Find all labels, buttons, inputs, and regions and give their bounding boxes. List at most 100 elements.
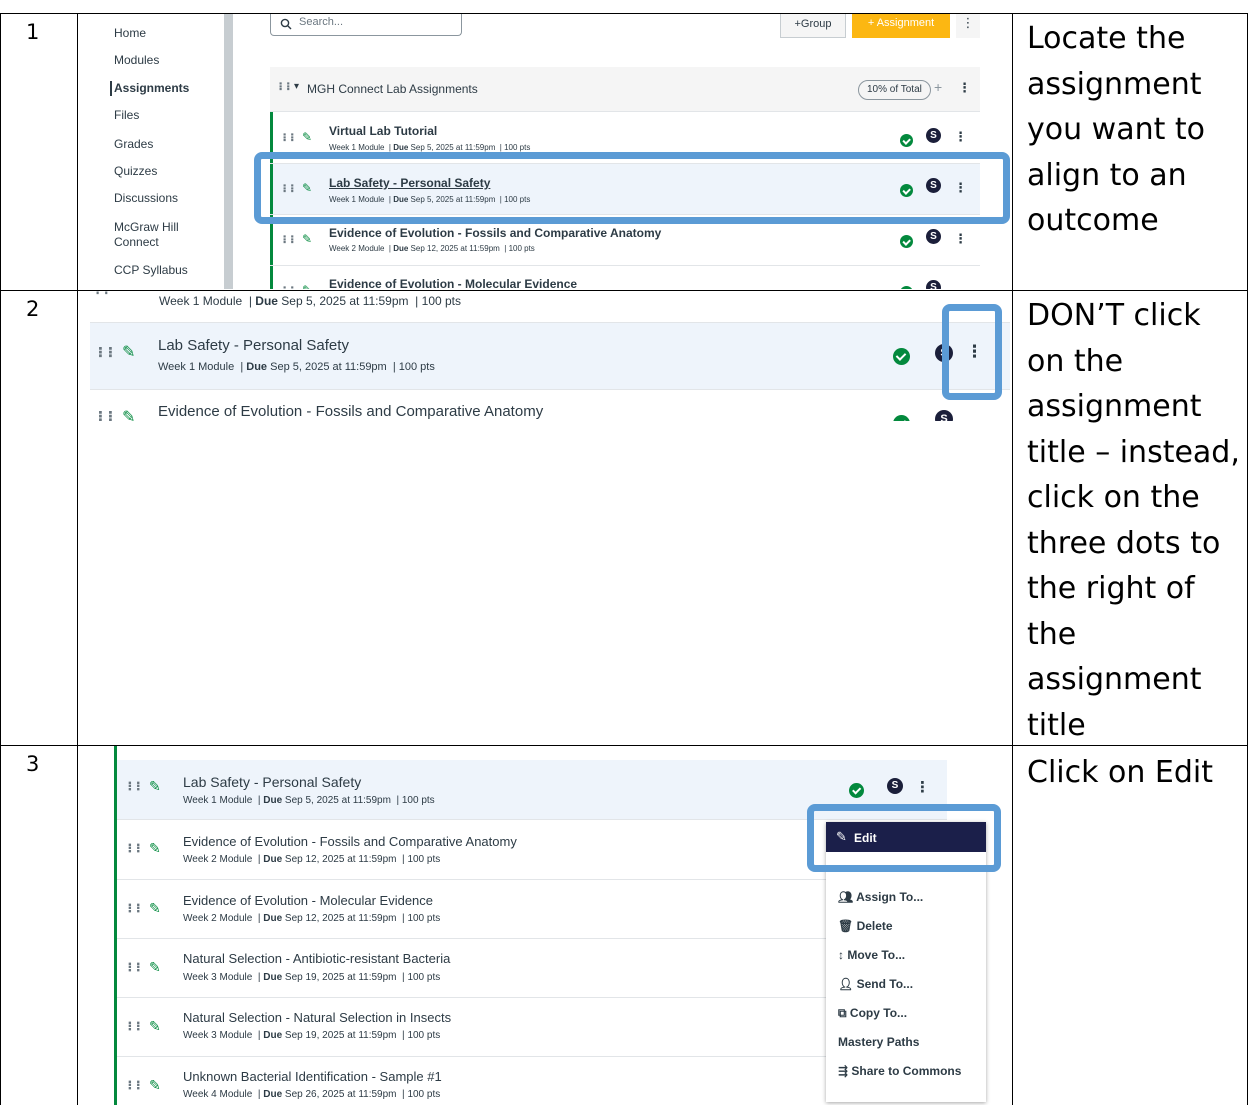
nav-modules[interactable]: Modules bbox=[114, 53, 159, 68]
assign-user-icon: 👥︎ bbox=[838, 890, 854, 904]
send-user-icon: 👤︎ bbox=[838, 977, 854, 991]
row-kebab-icon[interactable]: ⋮ bbox=[954, 129, 967, 145]
nav-scrollbar[interactable] bbox=[224, 14, 233, 289]
assignment-row[interactable]: ⠇⠇ ✎ Evidence of Evolution - Molecular E… bbox=[270, 266, 980, 289]
assignment-icon: ✎ bbox=[149, 840, 161, 856]
nav-home[interactable]: Home bbox=[114, 26, 146, 41]
drag-handle-icon[interactable]: ⠇⠇ bbox=[127, 1079, 145, 1093]
add-assignment-button[interactable]: + Assignment bbox=[852, 14, 950, 38]
drag-handle-icon[interactable]: ⠇⠇ bbox=[282, 234, 298, 247]
menu-item-assign-to[interactable]: 👥︎ Assign To... bbox=[838, 890, 923, 904]
assignment-icon: ✎ bbox=[149, 1077, 161, 1093]
drag-handle-icon[interactable]: ⠇⠇ bbox=[127, 1020, 145, 1034]
nav-ccp-syllabus[interactable]: CCP Syllabus bbox=[114, 263, 188, 278]
assignment-title[interactable]: Unknown Bacterial Identification - Sampl… bbox=[183, 1069, 442, 1084]
menu-item-copy-to[interactable]: ⧉ Copy To... bbox=[838, 1006, 907, 1021]
assignment-group-header: ⠇⠇ ▾ MGH Connect Lab Assignments 10% of … bbox=[270, 67, 980, 112]
search-input[interactable]: Search... bbox=[270, 14, 462, 36]
nav-assignments[interactable]: Assignments bbox=[110, 81, 189, 96]
menu-item-move-to[interactable]: ↕ Move To... bbox=[838, 948, 905, 962]
nav-quizzes[interactable]: Quizzes bbox=[114, 164, 157, 179]
move-vertical-icon: ↕ bbox=[838, 948, 844, 962]
assignment-meta: Week 1 Module | Due Sep 5, 2025 at 11:59… bbox=[183, 795, 435, 806]
assignment-title[interactable]: Evidence of Evolution - Molecular Eviden… bbox=[183, 893, 433, 908]
drag-handle-icon[interactable]: ⠇⠇ bbox=[97, 345, 118, 362]
sync-status-icon: S bbox=[926, 280, 941, 289]
assignment-title[interactable]: Natural Selection - Natural Selection in… bbox=[183, 1010, 451, 1025]
assignment-row[interactable]: ⠇⠇ ✎ Natural Selection - Natural Selecti… bbox=[117, 998, 947, 1057]
published-icon[interactable] bbox=[893, 415, 910, 421]
published-icon[interactable] bbox=[900, 286, 913, 289]
assignment-icon: ✎ bbox=[302, 130, 313, 144]
menu-item-share-to-commons[interactable]: ⇶ Share to Commons bbox=[838, 1064, 961, 1078]
assignment-title[interactable]: Evidence of Evolution - Fossils and Comp… bbox=[183, 834, 517, 849]
assignment-title[interactable]: Natural Selection - Antibiotic-resistant… bbox=[183, 951, 450, 966]
row-kebab-icon[interactable]: ⋮ bbox=[954, 231, 967, 247]
copy-icon: ⧉ bbox=[838, 1006, 847, 1020]
group-weight-badge: 10% of Total bbox=[858, 80, 931, 100]
group-add-icon[interactable]: + bbox=[934, 79, 942, 95]
assignment-title[interactable]: Evidence of Evolution - Fossils and Comp… bbox=[158, 403, 543, 420]
group-collapse-caret-icon[interactable]: ▾ bbox=[294, 81, 299, 92]
assignment-meta: Week 2 Module | Due Sep 12, 2025 at 11:5… bbox=[183, 854, 441, 865]
drag-handle-icon[interactable]: ⠇⠇ bbox=[127, 902, 145, 916]
nav-mcgraw-hill-connect[interactable]: McGraw Hill Connect bbox=[114, 220, 204, 250]
nav-files[interactable]: Files bbox=[114, 108, 139, 123]
published-icon[interactable] bbox=[900, 235, 913, 248]
assignment-title[interactable]: Evidence of Evolution - Fossils and Comp… bbox=[329, 226, 661, 240]
assignment-icon: ✎ bbox=[302, 232, 313, 246]
assignment-row[interactable]: ⠇⠇ ✎ Unknown Bacterial Identification - … bbox=[117, 1057, 947, 1105]
step-number-3: 3 bbox=[26, 752, 40, 776]
published-icon[interactable] bbox=[900, 134, 913, 147]
published-icon[interactable] bbox=[893, 348, 910, 365]
highlight-kebab-callout bbox=[942, 304, 1002, 400]
assignment-row[interactable]: ⠇⠇ ✎ Natural Selection - Antibiotic-resi… bbox=[117, 939, 947, 998]
table-border-left bbox=[0, 13, 1, 1105]
drag-handle-icon[interactable]: ⠇⠇ bbox=[127, 842, 145, 856]
published-icon[interactable] bbox=[849, 783, 864, 798]
assignment-row[interactable]: ⠇⠇ ✎ Lab Safety - Personal Safety Week 1… bbox=[90, 322, 1010, 390]
assignment-title[interactable]: Lab Safety - Personal Safety bbox=[183, 774, 361, 790]
assignment-icon: ✎ bbox=[149, 959, 161, 975]
menu-item-delete[interactable]: 🗑︎ Delete bbox=[838, 919, 893, 933]
sync-status-icon: S bbox=[887, 778, 903, 794]
assignment-icon: ✎ bbox=[149, 1018, 161, 1034]
assignment-row[interactable]: ⠇⠇ ✎ Evidence of Evolution - Fossils and… bbox=[90, 389, 1010, 421]
assignment-title[interactable]: Evidence of Evolution - Molecular Eviden… bbox=[329, 277, 577, 289]
assignment-meta: Week 2 Module | Due Sep 12, 2025 at 11:5… bbox=[183, 913, 441, 924]
assignment-row[interactable]: ⠇⠇ ✎ Evidence of Evolution - Molecular E… bbox=[117, 880, 947, 939]
drag-handle-icon[interactable]: ⠇⠇ bbox=[127, 780, 145, 794]
menu-item-send-to[interactable]: 👤︎ Send To... bbox=[838, 977, 913, 991]
toolbar-kebab-icon[interactable]: ⋮ bbox=[956, 14, 980, 38]
menu-item-mastery-paths[interactable]: Mastery Paths bbox=[838, 1035, 919, 1049]
drag-handle-icon[interactable]: ⠇⠇ bbox=[127, 961, 145, 975]
drag-handle-icon[interactable]: ⠇⠇ bbox=[95, 291, 112, 298]
published-bar bbox=[270, 266, 273, 289]
search-icon bbox=[280, 18, 292, 30]
group-kebab-icon[interactable]: ⋮ bbox=[958, 80, 971, 96]
table-border-col1 bbox=[77, 13, 78, 1105]
drag-handle-icon[interactable]: ⠇⠇ bbox=[97, 409, 118, 421]
step1-screenshot: Home Modules Assignments Files Grades Qu… bbox=[80, 14, 1010, 289]
drag-handle-icon[interactable]: ⠇⠇ bbox=[282, 132, 298, 145]
nav-grades[interactable]: Grades bbox=[114, 137, 153, 152]
assignment-title[interactable]: Virtual Lab Tutorial bbox=[329, 124, 437, 138]
table-border-col2 bbox=[1012, 13, 1013, 1105]
assignment-title[interactable]: Lab Safety - Personal Safety bbox=[158, 337, 349, 354]
row-kebab-icon[interactable]: ⋮ bbox=[915, 778, 930, 796]
trash-icon: 🗑︎ bbox=[838, 919, 854, 933]
assignment-meta: Week 3 Module | Due Sep 19, 2025 at 11:5… bbox=[183, 1030, 441, 1041]
assignment-icon: ✎ bbox=[149, 778, 161, 794]
assignment-icon: ✎ bbox=[122, 344, 136, 361]
group-drag-handle-icon[interactable]: ⠇⠇ bbox=[278, 81, 294, 94]
assignment-icon: ✎ bbox=[149, 900, 161, 916]
share-icon: ⇶ bbox=[838, 1064, 849, 1078]
drag-handle-icon[interactable]: ⠇⠇ bbox=[282, 285, 298, 289]
step-instruction-2: DON’T click on the assignment title – in… bbox=[1027, 298, 1240, 743]
sync-status-icon: S bbox=[935, 410, 953, 421]
sync-status-icon: S bbox=[926, 229, 941, 244]
add-group-button[interactable]: +Group bbox=[780, 14, 846, 38]
step-instruction-3: Click on Edit bbox=[1027, 755, 1214, 790]
assignment-meta: Week 2 Module | Due Sep 12, 2025 at 11:5… bbox=[329, 244, 535, 253]
nav-discussions[interactable]: Discussions bbox=[114, 191, 178, 206]
